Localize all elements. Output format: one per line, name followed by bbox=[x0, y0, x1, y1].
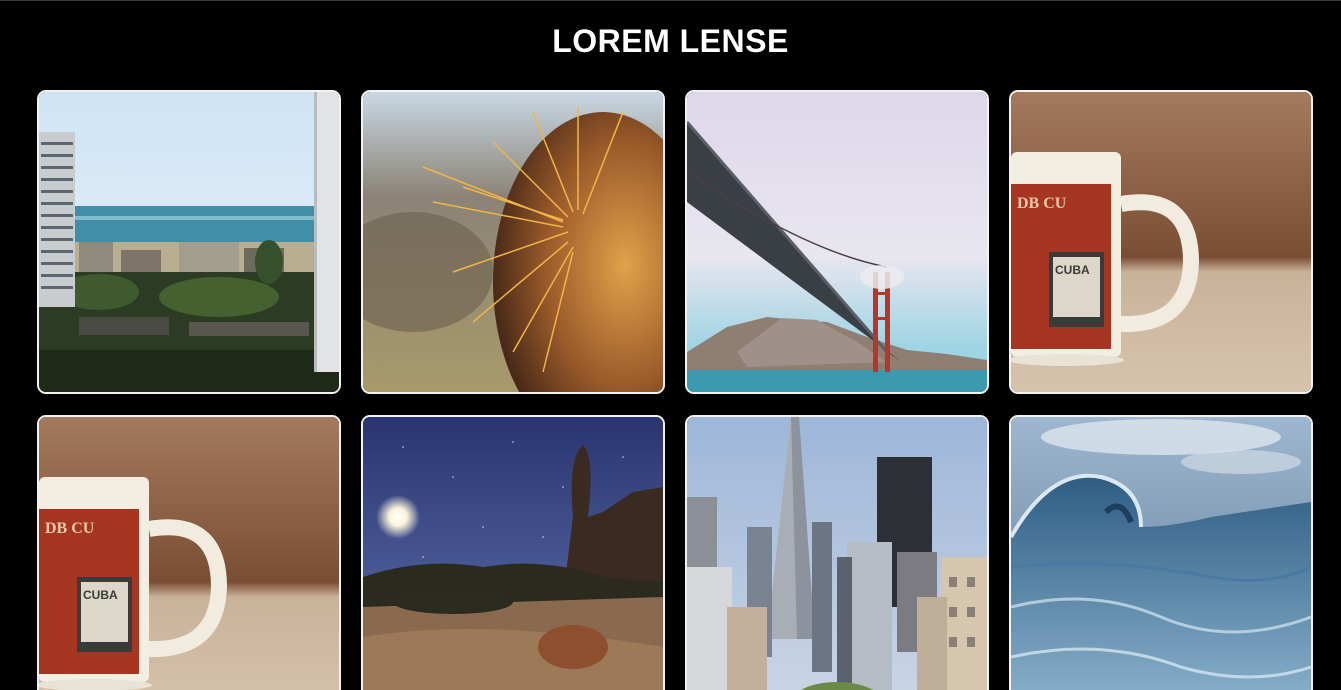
svg-text:CUBA: CUBA bbox=[83, 588, 118, 602]
site-title: LOREM LENSE bbox=[552, 23, 789, 59]
gallery-photo-coastal-city[interactable] bbox=[37, 90, 341, 394]
ocean-wave-image bbox=[1011, 417, 1311, 690]
mug-image: CUBA DB CU bbox=[1011, 92, 1311, 392]
city-skyline-image bbox=[687, 417, 987, 690]
gallery-photo-cactus[interactable] bbox=[361, 90, 665, 394]
cactus-image bbox=[363, 92, 663, 392]
gallery-photo-mug[interactable]: CUBA DB CU bbox=[1009, 90, 1313, 394]
mug-image: CUBA DB CU bbox=[39, 417, 339, 690]
gallery-photo-bridge[interactable] bbox=[685, 90, 989, 394]
bridge-image bbox=[687, 92, 987, 392]
gallery-photo-ocean-wave[interactable] bbox=[1009, 415, 1313, 690]
coastal-city-image bbox=[39, 92, 339, 392]
svg-text:DB CU: DB CU bbox=[1017, 195, 1067, 212]
top-border bbox=[0, 0, 1341, 1]
svg-text:CUBA: CUBA bbox=[1055, 263, 1090, 277]
desert-night-image bbox=[363, 417, 663, 690]
gallery-photo-city-skyline[interactable] bbox=[685, 415, 989, 690]
svg-text:DB CU: DB CU bbox=[45, 520, 95, 537]
gallery-photo-desert-night[interactable] bbox=[361, 415, 665, 690]
gallery-photo-mug[interactable]: CUBA DB CU bbox=[37, 415, 341, 690]
